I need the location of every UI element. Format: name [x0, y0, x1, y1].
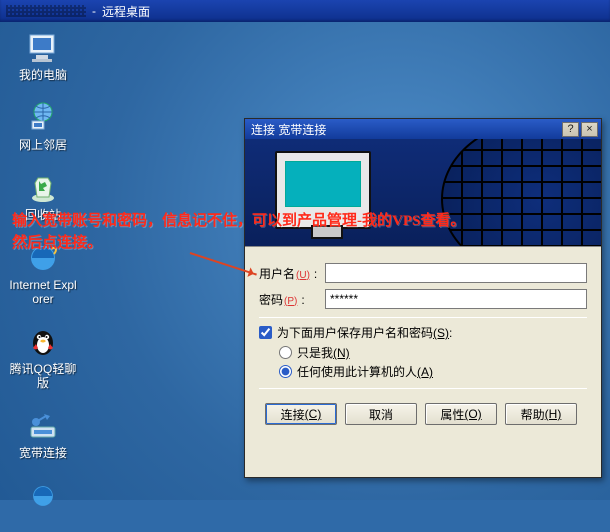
username-input[interactable] — [325, 263, 587, 283]
connect-button[interactable]: 连接(C) — [265, 403, 337, 425]
password-label: 密码(P): — [259, 291, 325, 308]
penguin-icon — [25, 324, 61, 360]
icon-label: 我的电脑 — [19, 68, 67, 82]
divider — [259, 317, 587, 318]
icon-label: 宽带连接 — [19, 446, 67, 460]
computer-icon — [25, 30, 61, 66]
dialog-body: 用户名(U): 密码(P): 为下面用户保存用户名和密码(S): — [245, 247, 601, 433]
radio-only-me[interactable] — [279, 346, 292, 359]
close-button[interactable]: × — [581, 122, 598, 137]
globe-graphic — [441, 139, 601, 247]
save-for-radiogroup: 只是我(N) 任何使用此计算机的人(A) — [279, 344, 587, 380]
icon-qq[interactable]: 腾讯QQ轻聊版 — [8, 324, 78, 390]
icon-label: 网上邻居 — [19, 138, 67, 152]
icon-my-computer[interactable]: 我的电脑 — [8, 30, 78, 82]
icon-label: 回收站 — [25, 208, 61, 222]
dialog-button-row: 连接(C) 取消 属性(O) 帮助(H) — [259, 403, 587, 425]
save-credentials-checkbox[interactable] — [259, 326, 272, 339]
dialog-titlebar[interactable]: 连接 宽带连接 ? × — [245, 119, 601, 139]
icon-network-neighborhood[interactable]: 网上邻居 — [8, 100, 78, 152]
icon-ie-bottom[interactable] — [8, 478, 78, 514]
desktop-area: 我的电脑 网上邻居 回收站 Internet Explorer 腾讯QQ轻聊版 — [0, 22, 610, 500]
icon-internet-explorer[interactable]: Internet Explorer — [8, 240, 78, 306]
recycle-icon — [25, 170, 61, 206]
icon-label: Internet Explorer — [8, 278, 78, 306]
titlebar-suffix: 远程桌面 — [102, 3, 150, 20]
radio-only-me-label: 只是我(N) — [297, 344, 350, 361]
desktop-icon-column: 我的电脑 网上邻居 回收站 Internet Explorer 腾讯QQ轻聊版 — [8, 30, 78, 532]
titlebar-pixelated-left — [6, 5, 86, 17]
dialup-icon — [25, 408, 61, 444]
monitor-graphic — [275, 151, 371, 229]
ie-icon — [25, 478, 61, 514]
username-label: 用户名(U): — [259, 265, 325, 282]
password-input[interactable] — [325, 289, 587, 309]
dialog-banner — [245, 139, 601, 247]
help-button[interactable]: ? — [562, 122, 579, 137]
cancel-button[interactable]: 取消 — [345, 403, 417, 425]
icon-broadband-connection[interactable]: 宽带连接 — [8, 408, 78, 460]
dialog-title-text: 连接 宽带连接 — [251, 121, 326, 138]
radio-anyone-label: 任何使用此计算机的人(A) — [297, 363, 433, 380]
network-icon — [25, 100, 61, 136]
icon-recycle-bin[interactable]: 回收站 — [8, 170, 78, 222]
divider — [259, 388, 587, 389]
remote-desktop-titlebar: - 远程桌面 — [0, 0, 610, 22]
properties-button[interactable]: 属性(O) — [425, 403, 497, 425]
radio-anyone[interactable] — [279, 365, 292, 378]
icon-label: 腾讯QQ轻聊版 — [8, 362, 78, 390]
titlebar-sep: - — [92, 4, 96, 18]
dialup-dialog: 连接 宽带连接 ? × 用户名(U): 密码(P): — [244, 118, 602, 478]
ie-icon — [25, 240, 61, 276]
help-button-bottom[interactable]: 帮助(H) — [505, 403, 577, 425]
save-credentials-label: 为下面用户保存用户名和密码(S): — [277, 324, 452, 341]
